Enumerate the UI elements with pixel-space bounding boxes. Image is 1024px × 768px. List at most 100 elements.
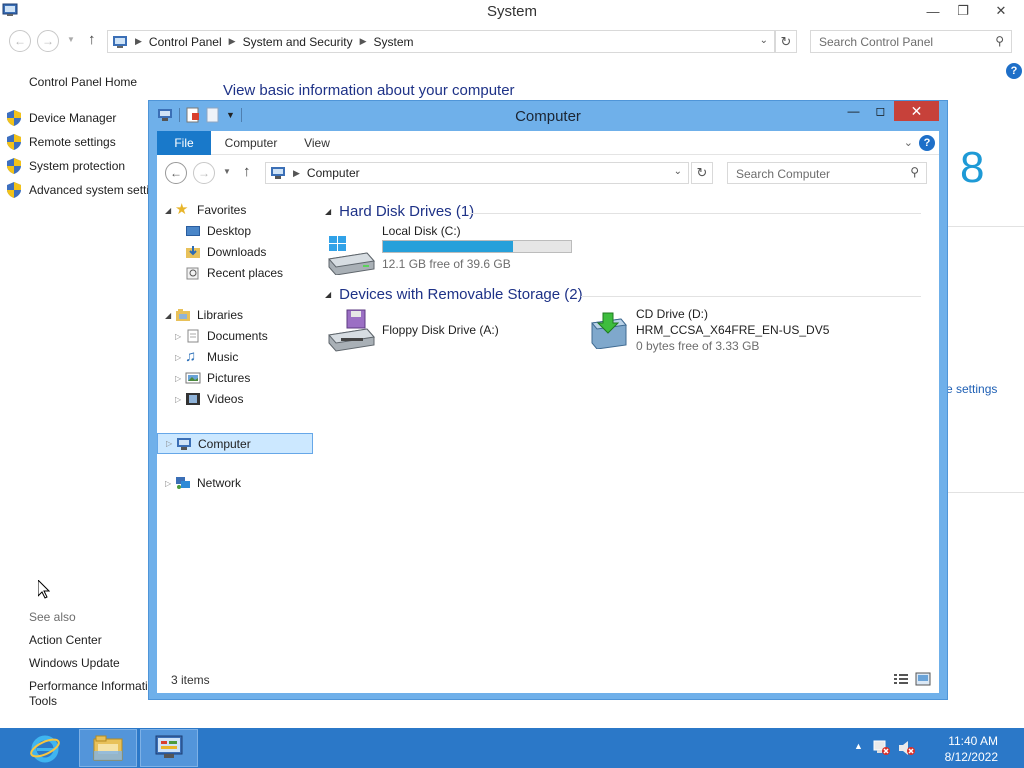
expand-arrow-icon[interactable]: ▷ <box>175 332 185 341</box>
breadcrumb-chevron-icon[interactable]: ▶ <box>229 36 236 47</box>
collapse-arrow-icon[interactable]: ◢ <box>165 206 175 215</box>
tree-favorites[interactable]: ◢ ★ Favorites <box>165 202 246 217</box>
hard-disk-drives-group-header[interactable]: ◢ Hard Disk Drives (1) <box>325 203 474 220</box>
system-window-title: System <box>486 3 537 20</box>
see-also-label: See also <box>29 610 76 624</box>
expand-arrow-icon[interactable]: ▷ <box>175 374 185 383</box>
explorer-search-input[interactable]: Search Computer ⚲ <box>727 162 927 184</box>
control-panel-search-input[interactable]: Search Control Panel ⚲ <box>810 30 1012 53</box>
forward-button[interactable]: → <box>37 30 59 52</box>
taskbar-internet-explorer-button[interactable] <box>16 729 74 767</box>
change-settings-link[interactable]: e settings <box>946 382 997 396</box>
explorer-address-bar[interactable]: ▶ Computer ⌄ <box>265 162 689 184</box>
show-hidden-icons-chevron-icon[interactable]: ▲ <box>854 741 863 751</box>
pictures-icon <box>185 372 201 384</box>
windows-update-link[interactable]: Windows Update <box>29 656 120 670</box>
explorer-minimize-button[interactable]: — <box>840 101 867 121</box>
tree-network[interactable]: ▷ Network <box>165 476 241 490</box>
system-titlebar: System — ❐ ✕ <box>0 0 1024 26</box>
breadcrumb-system-and-security[interactable]: System and Security <box>243 35 353 49</box>
taskbar-clock[interactable]: 11:40 AM 8/12/2022 <box>945 733 998 765</box>
recent-locations-chevron-icon[interactable]: ▼ <box>223 167 231 176</box>
address-dropdown-icon[interactable]: ⌄ <box>760 35 768 46</box>
breadcrumb-chevron-icon[interactable]: ▶ <box>360 36 367 47</box>
internet-explorer-icon <box>30 735 60 763</box>
breadcrumb-system[interactable]: System <box>374 35 414 49</box>
details-view-icon[interactable] <box>893 672 909 686</box>
status-bar: 3 items <box>157 667 939 693</box>
expand-arrow-icon[interactable]: ▷ <box>166 439 176 448</box>
search-placeholder: Search Control Panel <box>819 35 934 49</box>
tab-computer[interactable]: Computer <box>219 131 283 155</box>
tree-computer[interactable]: ▷ Computer <box>157 433 313 454</box>
control-panel-home-link[interactable]: Control Panel Home <box>29 75 137 89</box>
libraries-icon <box>176 309 190 321</box>
system-protection-link[interactable]: System protection <box>29 159 125 173</box>
tab-file[interactable]: File <box>157 131 211 155</box>
tree-label: Libraries <box>197 308 244 322</box>
collapse-group-icon[interactable]: ◢ <box>325 207 331 216</box>
tree-item-recent-places[interactable]: Recent places <box>175 266 283 280</box>
system-restore-button[interactable]: ❐ <box>948 0 978 22</box>
explorer-client-area: File Computer View ⌄ ? ← → ▼ ↑ ▶ Compute… <box>157 131 939 693</box>
explorer-back-button[interactable]: ← <box>165 162 187 184</box>
downloads-folder-icon <box>186 246 200 258</box>
explorer-forward-button[interactable]: → <box>193 162 215 184</box>
forward-arrow-icon: → <box>42 34 54 48</box>
performance-information-link[interactable]: Performance Informati <box>29 679 148 693</box>
back-button[interactable]: ← <box>9 30 31 52</box>
system-close-button[interactable]: ✕ <box>978 0 1024 22</box>
collapse-arrow-icon[interactable]: ◢ <box>165 311 175 320</box>
recent-locations-chevron-icon[interactable]: ▼ <box>67 35 75 44</box>
content-pane: ◢ Hard Disk Drives (1) Local Disk (C:) 1… <box>319 195 931 675</box>
breadcrumb-control-panel[interactable]: Control Panel <box>149 35 222 49</box>
tree-libraries[interactable]: ◢ Libraries <box>165 308 243 322</box>
network-disconnected-icon[interactable] <box>873 740 891 756</box>
refresh-button[interactable]: ↻ <box>775 30 797 53</box>
help-icon[interactable]: ? <box>919 135 935 151</box>
explorer-maximize-button[interactable]: ◻ <box>867 101 894 121</box>
computer-icon <box>177 437 191 450</box>
drive-name: Local Disk (C:) <box>382 224 461 238</box>
collapse-group-icon[interactable]: ◢ <box>325 290 331 299</box>
taskbar-control-panel-button[interactable] <box>140 729 198 767</box>
breadcrumb-chevron-icon[interactable]: ▶ <box>293 168 300 179</box>
search-placeholder: Search Computer <box>736 167 831 181</box>
explorer-close-button[interactable]: ✕ <box>894 101 939 121</box>
tree-item-music[interactable]: ▷ ♫ Music <box>175 349 239 364</box>
recent-places-icon <box>186 267 199 280</box>
address-dropdown-icon[interactable]: ⌄ <box>674 166 682 177</box>
system-minimize-button[interactable]: — <box>918 0 948 22</box>
explorer-titlebar[interactable]: ▼ Computer — ◻ ✕ <box>149 101 947 131</box>
expand-arrow-icon[interactable]: ▷ <box>175 353 185 362</box>
removable-storage-group-header[interactable]: ◢ Devices with Removable Storage (2) <box>325 286 583 303</box>
expand-arrow-icon[interactable]: ▷ <box>175 395 185 404</box>
help-icon[interactable]: ? <box>1006 63 1022 79</box>
speaker-muted-icon[interactable] <box>898 740 916 756</box>
up-arrow-icon[interactable]: ↑ <box>243 163 251 180</box>
remote-settings-link[interactable]: Remote settings <box>29 135 116 149</box>
advanced-system-settings-link[interactable]: Advanced system setti <box>29 183 149 197</box>
tree-item-downloads[interactable]: Downloads <box>175 245 266 259</box>
taskbar-file-explorer-button[interactable] <box>79 729 137 767</box>
expand-ribbon-chevron-icon[interactable]: ⌄ <box>904 136 913 149</box>
tree-label: Videos <box>207 392 244 406</box>
tab-view[interactable]: View <box>295 131 339 155</box>
breadcrumb-computer[interactable]: Computer <box>307 166 360 180</box>
system-address-bar[interactable]: ▶ Control Panel ▶ System and Security ▶ … <box>107 30 775 53</box>
control-panel-icon <box>155 735 183 758</box>
tree-item-documents[interactable]: ▷ Documents <box>175 329 268 343</box>
tree-label: Music <box>207 350 239 364</box>
device-manager-link[interactable]: Device Manager <box>29 111 116 125</box>
tree-item-desktop[interactable]: Desktop <box>175 224 251 238</box>
performance-information-link-tools[interactable]: Tools <box>29 694 57 708</box>
cd-drive-install-icon <box>591 312 627 349</box>
up-arrow-icon[interactable]: ↑ <box>88 31 96 48</box>
tree-item-pictures[interactable]: ▷ Pictures <box>175 371 250 385</box>
tree-item-videos[interactable]: ▷ Videos <box>175 392 243 406</box>
large-icons-view-icon[interactable] <box>915 672 931 686</box>
explorer-refresh-button[interactable]: ↻ <box>691 162 713 184</box>
expand-arrow-icon[interactable]: ▷ <box>165 479 175 488</box>
refresh-icon: ↻ <box>696 165 708 180</box>
action-center-link[interactable]: Action Center <box>29 633 102 647</box>
